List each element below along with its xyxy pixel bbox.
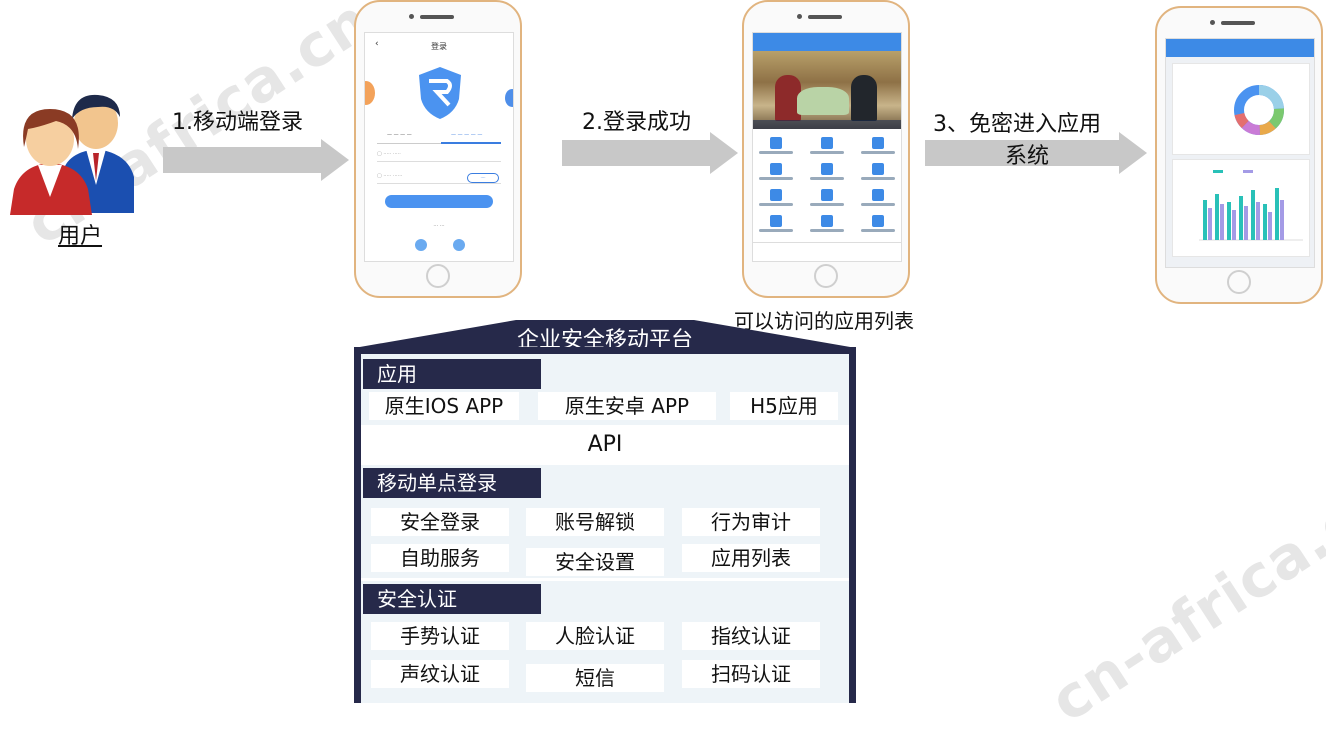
pie-chart-card — [1172, 63, 1310, 155]
step-3-label-line2: 系统 — [1005, 144, 1050, 169]
bar-chart — [1199, 170, 1303, 241]
step-2-label: 2.登录成功 — [582, 110, 691, 135]
app-tile[interactable] — [759, 189, 793, 213]
app-android: 原生安卓 APP — [538, 392, 716, 420]
auth-voiceprint: 声纹认证 — [371, 660, 509, 688]
login-screen: ‹ 登录 — — — — — — — — — ▢ ····· ····· ▢ ·… — [364, 32, 514, 262]
arrow-step-1 — [163, 139, 349, 181]
platform-panel: 应用 原生IOS APP 原生安卓 APP H5应用 API 移动单点登录 安全… — [354, 347, 856, 703]
dashboard-header-bar — [1166, 39, 1314, 57]
section-header-apps: 应用 — [363, 359, 541, 389]
tab-bar[interactable] — [753, 242, 901, 261]
app-tile[interactable] — [810, 163, 844, 187]
section-header-auth: 安全认证 — [363, 584, 541, 614]
shield-icon — [419, 67, 461, 119]
password-field[interactable]: ▢ ····· ······ ···· — [377, 173, 501, 184]
api-bar: API — [361, 428, 849, 462]
app-tile[interactable] — [861, 137, 895, 161]
phone-app-list — [742, 0, 910, 298]
app-tile[interactable] — [810, 137, 844, 161]
sso-secure-login: 安全登录 — [371, 508, 509, 536]
auth-qr-scan: 扫码认证 — [682, 660, 820, 688]
step-1-label: 1.移动端登录 — [172, 110, 303, 135]
banner-photo — [753, 51, 901, 129]
donut-chart — [1234, 85, 1284, 135]
qr-login-icon[interactable] — [453, 239, 465, 251]
app-tile[interactable] — [759, 215, 793, 239]
app-tile[interactable] — [759, 137, 793, 161]
section-header-sso: 移动单点登录 — [363, 468, 541, 498]
user-label: 用户 — [58, 224, 103, 249]
app-header-bar — [753, 33, 901, 51]
home-button — [426, 264, 450, 288]
app-tile[interactable] — [810, 189, 844, 213]
app-list-screen — [752, 32, 902, 262]
login-tabs[interactable]: — — — — — — — — — — [377, 129, 501, 144]
auth-fingerprint: 指纹认证 — [682, 622, 820, 650]
arrow-step-2 — [562, 132, 738, 174]
home-button — [814, 264, 838, 288]
app-ios: 原生IOS APP — [369, 392, 519, 420]
sso-self-service: 自助服务 — [371, 544, 509, 572]
login-button[interactable] — [385, 195, 493, 208]
app-tile[interactable] — [861, 189, 895, 213]
home-button — [1227, 270, 1251, 294]
login-title: 登录 — [431, 42, 447, 51]
auth-face: 人脸认证 — [526, 622, 664, 650]
wechat-login-icon[interactable] — [415, 239, 427, 251]
app-tile[interactable] — [861, 215, 895, 239]
username-field[interactable]: ▢ ····· ····· — [377, 151, 501, 162]
users-icon — [0, 85, 160, 215]
sso-security-settings: 安全设置 — [526, 548, 664, 576]
sso-account-unlock: 账号解锁 — [526, 508, 664, 536]
bar-chart-card — [1172, 159, 1310, 257]
sso-app-list: 应用列表 — [682, 544, 820, 572]
dashboard-screen — [1165, 38, 1315, 268]
step-3-label: 3、免密进入应用 — [933, 112, 1101, 137]
sso-behavior-audit: 行为审计 — [682, 508, 820, 536]
auth-sms: 短信 — [526, 664, 664, 692]
app-tile[interactable] — [810, 215, 844, 239]
app-h5: H5应用 — [730, 392, 838, 420]
auth-gesture: 手势认证 — [371, 622, 509, 650]
app-tile[interactable] — [759, 163, 793, 187]
phone-login: ‹ 登录 — — — — — — — — — ▢ ····· ····· ▢ ·… — [354, 0, 522, 298]
watermark-bottom-right: cn-africa.cn — [1038, 462, 1326, 735]
app-tile[interactable] — [861, 163, 895, 187]
phone-dashboard — [1155, 6, 1323, 304]
